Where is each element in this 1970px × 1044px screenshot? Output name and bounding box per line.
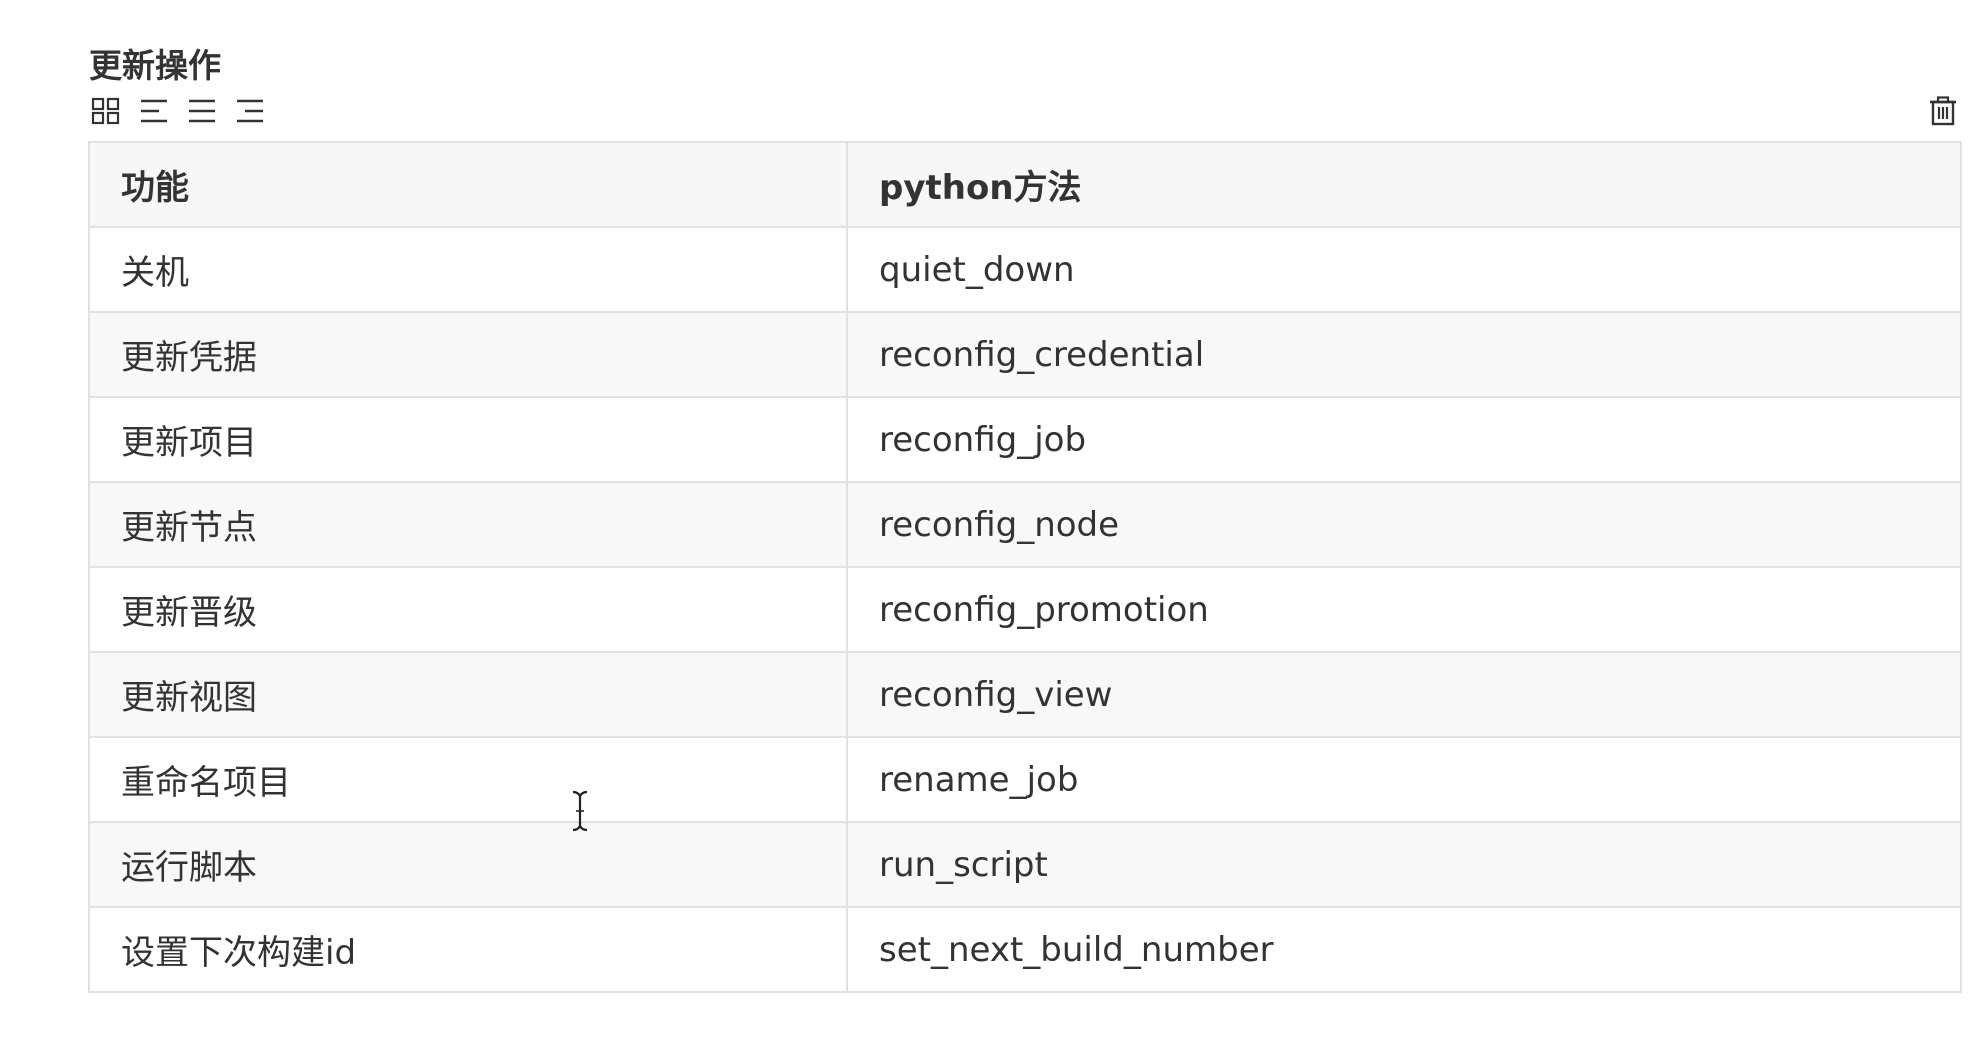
table-row: 关机 quiet_down xyxy=(88,226,1962,313)
method-cell[interactable]: run_script xyxy=(846,821,1962,908)
function-cell[interactable]: 运行脚本 xyxy=(88,821,848,908)
table-row: 更新项目 reconfig_job xyxy=(88,396,1962,483)
function-cell[interactable]: 重命名项目 xyxy=(88,736,848,823)
function-cell[interactable]: 更新项目 xyxy=(88,396,848,483)
table-row: 运行脚本 run_script xyxy=(88,821,1962,908)
header-python-method[interactable]: python方法 xyxy=(846,141,1962,228)
method-cell[interactable]: quiet_down xyxy=(846,226,1962,313)
function-cell[interactable]: 更新节点 xyxy=(88,481,848,568)
table-row: 重命名项目 rename_job xyxy=(88,736,1962,823)
function-cell[interactable]: 更新凭据 xyxy=(88,311,848,398)
function-cell[interactable]: 更新视图 xyxy=(88,651,848,738)
align-right-icon[interactable] xyxy=(233,94,267,128)
method-cell[interactable]: reconfig_view xyxy=(846,651,1962,738)
method-cell[interactable]: reconfig_job xyxy=(846,396,1962,483)
align-left-icon[interactable] xyxy=(137,94,171,128)
table-toolbar xyxy=(89,94,281,128)
table-row: 更新凭据 reconfig_credential xyxy=(88,311,1962,398)
section-title: 更新操作 xyxy=(89,46,221,85)
method-cell[interactable]: rename_job xyxy=(846,736,1962,823)
function-cell[interactable]: 设置下次构建id xyxy=(88,906,848,993)
grid-icon[interactable] xyxy=(89,94,123,128)
function-cell[interactable]: 关机 xyxy=(88,226,848,313)
method-cell[interactable]: reconfig_credential xyxy=(846,311,1962,398)
method-cell[interactable]: reconfig_node xyxy=(846,481,1962,568)
table-row: 设置下次构建id set_next_build_number xyxy=(88,906,1962,993)
trash-icon[interactable] xyxy=(1926,94,1960,128)
align-center-icon[interactable] xyxy=(185,94,219,128)
table-row: 更新节点 reconfig_node xyxy=(88,481,1962,568)
table-row: 更新晋级 reconfig_promotion xyxy=(88,566,1962,653)
method-cell[interactable]: reconfig_promotion xyxy=(846,566,1962,653)
table-row: 更新视图 reconfig_view xyxy=(88,651,1962,738)
table-header-row: 功能 python方法 xyxy=(88,141,1962,228)
header-function[interactable]: 功能 xyxy=(88,141,848,228)
methods-table: 功能 python方法 关机 quiet_down 更新凭据 reconfig_… xyxy=(88,141,1962,993)
method-cell[interactable]: set_next_build_number xyxy=(846,906,1962,993)
function-cell[interactable]: 更新晋级 xyxy=(88,566,848,653)
